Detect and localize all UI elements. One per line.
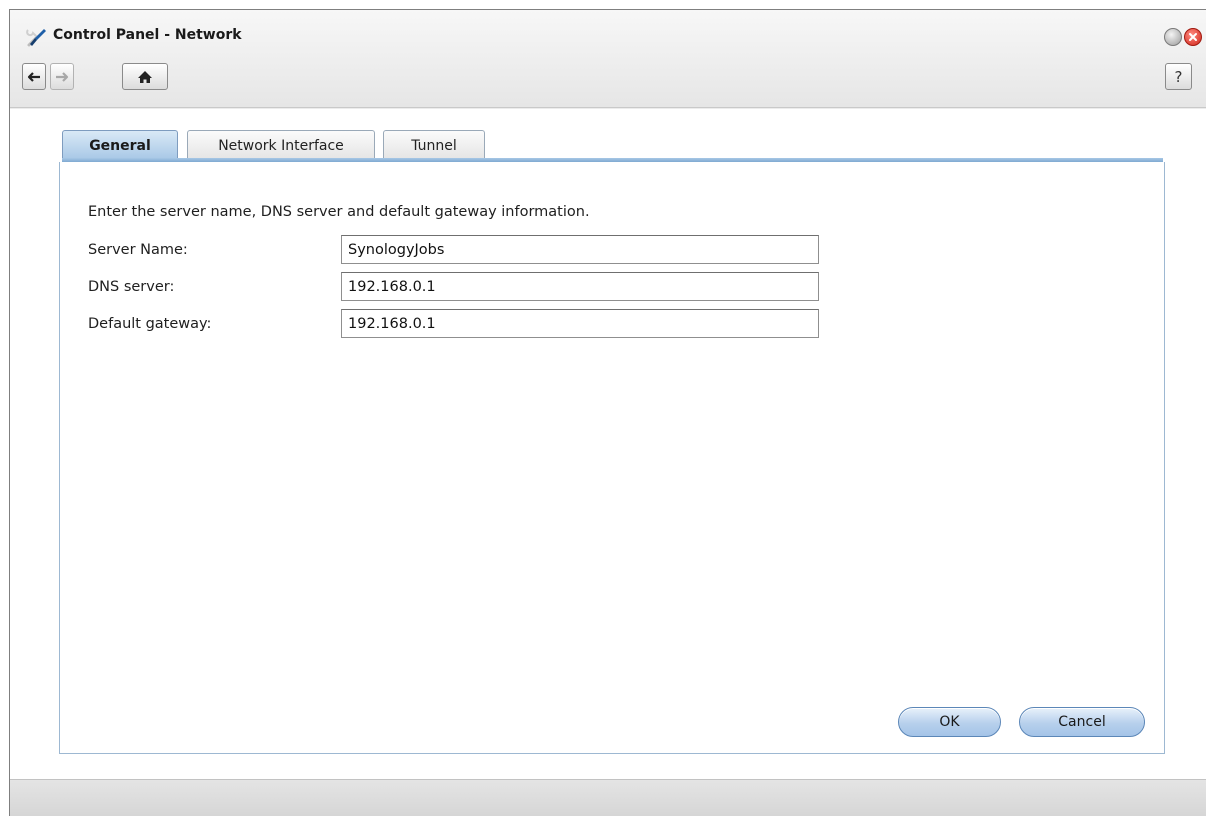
default-gateway-label: Default gateway: — [88, 316, 212, 332]
tab-network-interface[interactable]: Network Interface — [187, 130, 375, 160]
status-bar — [10, 779, 1206, 816]
title-bar: Control Panel - Network ? — [10, 10, 1206, 108]
dns-server-label: DNS server: — [88, 279, 175, 295]
arrow-left-icon — [27, 71, 40, 82]
close-icon — [1189, 33, 1197, 41]
forward-button[interactable] — [50, 63, 74, 90]
back-button[interactable] — [22, 63, 46, 90]
default-gateway-input[interactable] — [341, 309, 819, 338]
control-panel-window: Control Panel - Network ? General Networ… — [9, 9, 1206, 816]
main-content: General Network Interface Tunnel Enter t… — [10, 109, 1206, 779]
control-panel-tools-icon — [26, 26, 48, 48]
panel-description: Enter the server name, DNS server and de… — [88, 204, 590, 220]
arrow-right-icon — [56, 71, 69, 82]
tab-strip: General Network Interface Tunnel — [62, 130, 1163, 160]
close-button[interactable] — [1184, 28, 1202, 46]
minimize-button[interactable] — [1164, 28, 1182, 46]
general-panel: Enter the server name, DNS server and de… — [59, 162, 1165, 754]
help-button[interactable]: ? — [1165, 63, 1192, 90]
home-icon — [138, 70, 152, 83]
home-button[interactable] — [122, 63, 168, 90]
cancel-button[interactable]: Cancel — [1019, 707, 1145, 737]
server-name-label: Server Name: — [88, 242, 188, 258]
tab-general[interactable]: General — [62, 130, 178, 160]
ok-button[interactable]: OK — [898, 707, 1001, 737]
tab-tunnel[interactable]: Tunnel — [383, 130, 485, 160]
server-name-input[interactable] — [341, 235, 819, 264]
window-title: Control Panel - Network — [53, 27, 242, 43]
dns-server-input[interactable] — [341, 272, 819, 301]
